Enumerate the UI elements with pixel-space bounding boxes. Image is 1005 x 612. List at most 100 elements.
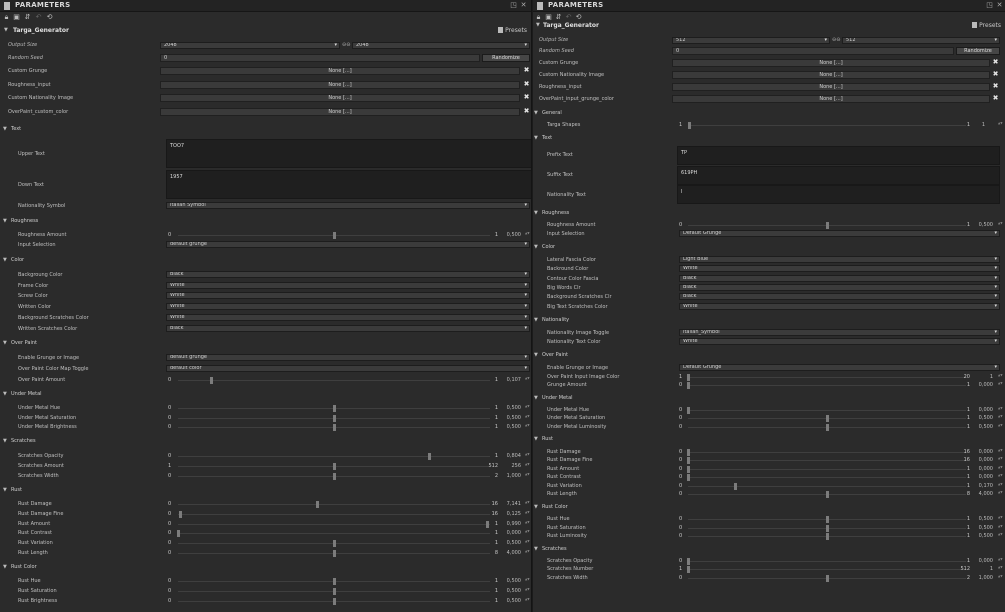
slider-value-field[interactable]: 0,500 [973,525,993,531]
clear-icon[interactable]: ✖ [523,108,530,115]
color-select[interactable]: Black ▾ [679,284,1000,291]
image-input-field[interactable]: None [...] [160,67,520,75]
upper-text-area[interactable]: TOO7 [166,139,531,168]
chevron-down-icon[interactable]: ▼ [534,395,538,401]
spin-arrows-icon[interactable]: ▲▼ [525,404,530,412]
history-icon[interactable]: ⟲ [46,14,53,21]
slider-value-field[interactable]: 0,000 [501,530,521,536]
color-select[interactable]: White ▾ [679,265,1000,272]
slider-value-field[interactable]: 0,000 [973,382,993,388]
nationality-text-area[interactable]: I [677,185,1000,204]
chevron-down-icon[interactable]: ▼ [3,438,7,444]
slider-handle[interactable] [687,457,690,464]
spin-arrows-icon[interactable]: ▲▼ [998,515,1003,523]
stack-icon[interactable]: ▣ [13,14,20,21]
slider-handle[interactable] [177,530,180,537]
slider-value-field[interactable]: 1 [973,374,993,380]
spin-arrows-icon[interactable]: ▲▼ [998,524,1003,532]
random-seed-input[interactable]: 0 [672,47,954,55]
slider-value-field[interactable]: 0,500 [501,424,521,430]
spin-arrows-icon[interactable]: ▲▼ [998,414,1003,422]
spin-arrows-icon[interactable]: ▲▼ [998,465,1003,473]
chevron-down-icon[interactable]: ▼ [4,27,8,33]
chevron-down-icon[interactable]: ▼ [534,436,538,442]
color-select[interactable]: Black ▾ [679,293,1000,300]
chevron-down-icon[interactable]: ▼ [534,504,538,510]
spin-arrows-icon[interactable]: ▲▼ [998,121,1003,129]
slider-handle[interactable] [333,578,336,585]
slider-handle[interactable] [333,232,336,239]
spin-arrows-icon[interactable]: ▲▼ [998,373,1003,381]
color-select[interactable]: Black ▾ [166,271,530,278]
slider-value-field[interactable]: 4,000 [973,491,993,497]
output-size-height-select[interactable]: 512 ▾ [842,37,1000,44]
slider-value-field[interactable]: 0,500 [501,232,521,238]
slider-value-field[interactable]: 0,500 [501,415,521,421]
output-size-width-select[interactable]: 2048 ▾ [160,42,340,49]
slider-value-field[interactable]: 0,500 [501,540,521,546]
chevron-down-icon[interactable]: ▼ [534,110,538,116]
slider-value-field[interactable]: 0,804 [501,453,521,459]
slider-value-field[interactable]: 0,500 [973,415,993,421]
slider-value-field[interactable]: 0,125 [501,511,521,517]
image-input-field[interactable]: None [...] [672,59,990,67]
spin-arrows-icon[interactable]: ▲▼ [998,406,1003,414]
spin-arrows-icon[interactable]: ▲▼ [525,587,530,595]
slider-track[interactable] [688,452,966,453]
close-icon[interactable]: ✕ [996,2,1003,9]
slider-handle[interactable] [687,374,690,381]
clear-icon[interactable]: ✖ [992,95,999,102]
slider-track[interactable] [688,125,966,126]
slider-handle[interactable] [333,540,336,547]
slider-handle[interactable] [687,558,690,565]
enable-grunge-select[interactable]: Default Grunge ▾ [679,364,1000,371]
slider-handle[interactable] [333,550,336,557]
graph-header[interactable]: ▼ Targa_Generator Presets [533,20,1005,32]
slider-track[interactable] [688,385,966,386]
presets-button[interactable]: Presets [972,22,1001,29]
slider-handle[interactable] [687,449,690,456]
spin-arrows-icon[interactable]: ▲▼ [525,549,530,557]
enable-grunge-select[interactable]: default grunge ▾ [166,354,530,361]
slider-value-field[interactable]: 0,990 [501,521,521,527]
nationality-text-color-select[interactable]: White ▾ [679,338,1000,345]
maximize-icon[interactable]: ◳ [986,2,993,9]
slider-value-field[interactable]: 0,500 [501,598,521,604]
image-input-field[interactable]: None [...] [160,94,520,102]
slider-handle[interactable] [333,473,336,480]
link-icon[interactable]: ⊖⊖ [832,37,840,43]
input-selection-select[interactable]: Default Grunge ▾ [679,230,1000,237]
image-input-field[interactable]: None [...] [160,81,520,89]
overpaint-toggle-select[interactable]: default color ▾ [166,365,530,372]
image-input-field[interactable]: None [...] [672,95,990,103]
slider-handle[interactable] [826,222,829,229]
slider-value-field[interactable]: 0,500 [501,405,521,411]
randomize-button[interactable]: Randomize [956,47,1000,55]
spin-arrows-icon[interactable]: ▲▼ [525,452,530,460]
color-select[interactable]: White ▾ [166,292,530,299]
spin-arrows-icon[interactable]: ▲▼ [525,520,530,528]
randomize-button[interactable]: Randomize [482,54,530,62]
slider-value-field[interactable]: 0,170 [973,483,993,489]
slider-track[interactable] [688,377,966,378]
slider-value-field[interactable]: 256 [501,463,521,469]
random-seed-input[interactable]: 0 [160,54,480,62]
slider-handle[interactable] [826,533,829,540]
slider-track[interactable] [688,410,966,411]
slider-handle[interactable] [688,122,691,129]
slider-value-field[interactable]: 0,000 [973,449,993,455]
slider-handle[interactable] [179,511,182,518]
slider-value-field[interactable]: 0,000 [973,407,993,413]
slider-track[interactable] [688,477,966,478]
spin-arrows-icon[interactable]: ▲▼ [525,472,530,480]
graph-header[interactable]: ▼ Targa_Generator Presets [0,25,531,37]
slider-track[interactable] [178,504,490,505]
spin-arrows-icon[interactable]: ▲▼ [998,221,1003,229]
slider-value-field[interactable]: 0,107 [501,377,521,383]
chevron-down-icon[interactable]: ▼ [3,487,7,493]
spin-arrows-icon[interactable]: ▲▼ [525,510,530,518]
slider-value-field[interactable]: 0,500 [973,533,993,539]
slider-handle[interactable] [826,525,829,532]
slider-value-field[interactable]: 0,500 [501,578,521,584]
slider-track[interactable] [688,569,966,570]
